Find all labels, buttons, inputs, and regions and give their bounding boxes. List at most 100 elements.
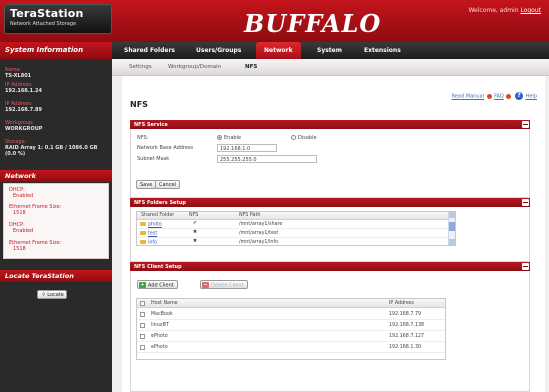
host-cell: MacBook: [151, 312, 173, 317]
col-ip-address: IP Address: [389, 301, 414, 306]
table-row[interactable]: info ✖ /mnt/array1/info: [137, 239, 455, 246]
nfs-folders-header: NFS Folders Setup: [130, 198, 530, 207]
nfs-client-body: + Add Client − Delete Client Host Name IP …: [130, 271, 530, 392]
tab-network[interactable]: Network: [256, 42, 301, 59]
subtab-workgroup-domain[interactable]: Workgroup/Domain: [168, 64, 221, 70]
row-checkbox[interactable]: [140, 334, 145, 339]
nfs-clients-table: Host Name IP Address MacBook 192.168.7.7…: [136, 298, 446, 360]
tab-extensions[interactable]: Extensions: [364, 42, 401, 59]
tab-system[interactable]: System: [317, 42, 342, 59]
folder-icon: [140, 231, 146, 235]
manual-icon: [486, 93, 492, 99]
save-button[interactable]: Save: [136, 180, 157, 189]
folder-link[interactable]: photo: [148, 223, 162, 228]
info-ip-1: IP Address: 192.168.1.24: [5, 82, 42, 94]
faq-icon: [506, 93, 512, 99]
network-value: Enabled: [13, 228, 34, 234]
table-row[interactable]: linuxBT 192.168.7.138: [137, 321, 445, 331]
collapse-icon[interactable]: [522, 199, 529, 206]
enable-label: Enable: [224, 135, 242, 141]
nfs-path-cell: /mnt/array1/info: [239, 240, 279, 245]
ip-cell: 192.168.7.127: [389, 334, 425, 339]
nfs-service-title: NFS Service: [134, 122, 168, 128]
read-manual-link[interactable]: Read Manual: [452, 94, 484, 100]
nfs-disable-radio[interactable]: Disable: [291, 135, 317, 141]
table-row[interactable]: MacBook 192.168.7.79: [137, 310, 445, 320]
network-item: Ethernet Frame Size: 1518: [9, 240, 61, 252]
table-row[interactable]: ePhoto 192.168.7.127: [137, 332, 445, 342]
row-checkbox[interactable]: [140, 323, 145, 328]
tab-shared-folders[interactable]: Shared Folders: [124, 42, 175, 59]
scroll-down-icon[interactable]: [449, 239, 455, 245]
subtab-nfs[interactable]: NFS: [245, 64, 257, 70]
select-all-checkbox[interactable]: [140, 301, 145, 306]
network-section-title: Network: [0, 170, 112, 182]
nfs-path-cell: /mnt/array1/test: [239, 231, 279, 236]
info-name: Name: TS-XL801: [5, 67, 31, 79]
col-nfs: NFS: [189, 213, 199, 218]
system-information-title: System Information: [0, 42, 112, 59]
tab-users-groups[interactable]: Users/Groups: [196, 42, 241, 59]
network-address-input[interactable]: 192.168.1.0: [217, 144, 277, 152]
vertical-scrollbar[interactable]: [448, 212, 455, 245]
add-icon: +: [139, 282, 146, 288]
delete-client-button[interactable]: − Delete Client: [200, 280, 248, 289]
help-icon[interactable]: ?: [515, 92, 523, 100]
content-panel: NFS Read Manual FAQ ? Help NFS Service N…: [122, 76, 545, 392]
buffalo-logo: BUFFALO: [244, 9, 382, 38]
nfs-client-header: NFS Client Setup: [130, 262, 530, 271]
nfs-service-header: NFS Service: [130, 120, 530, 129]
host-cell: ePhoto: [151, 334, 168, 339]
add-client-button[interactable]: + Add Client: [137, 280, 178, 289]
folder-cell: info: [140, 240, 157, 246]
nfs-folders-title: NFS Folders Setup: [134, 200, 186, 206]
subnet-mask-input[interactable]: 255.255.255.0: [217, 155, 317, 163]
network-info-box: DHCP: Enabled Ethernet Frame Size: 1518 …: [3, 183, 109, 259]
subtab-settings[interactable]: Settings: [129, 64, 152, 70]
row-checkbox[interactable]: [140, 312, 145, 317]
info-value: RAID Array 1: 0.1 GB / 1086.0 GB (0.0 %): [5, 145, 98, 157]
nfs-folders-table: Shared Folder NFS NFS Path photo ✔ /mnt/…: [136, 211, 456, 246]
help-link[interactable]: Help: [526, 94, 537, 100]
nfs-label: NFS:: [137, 135, 149, 141]
disable-label: Disable: [298, 135, 317, 141]
col-nfs-path: NFS Path: [239, 213, 261, 218]
info-storage: Storage: RAID Array 1: 0.1 GB / 1086.0 G…: [5, 139, 105, 157]
add-client-label: Add Client: [148, 282, 174, 289]
folder-link[interactable]: info: [148, 241, 157, 246]
network-value: 1518: [13, 210, 26, 216]
collapse-icon[interactable]: [522, 121, 529, 128]
nfs-enable-radio[interactable]: Enable: [217, 135, 241, 141]
info-value: WORKGROUP: [5, 126, 43, 132]
table-header: Shared Folder NFS NFS Path: [137, 212, 455, 220]
scroll-up-icon[interactable]: [449, 212, 455, 218]
network-item: DHCP: Enabled: [9, 222, 33, 234]
cross-icon: ✖: [193, 239, 198, 244]
cross-icon: ✖: [193, 230, 198, 235]
table-row[interactable]: photo ✔ /mnt/array1/share: [137, 221, 455, 229]
delete-client-label: Delete Client: [211, 282, 244, 289]
cancel-button[interactable]: Cancel: [155, 180, 180, 189]
row-checkbox[interactable]: [140, 345, 145, 350]
product-tagline: Network Attached Storage: [10, 21, 77, 27]
collapse-icon[interactable]: [522, 263, 529, 270]
sidebar: Name: TS-XL801 IP Address: 192.168.1.24 …: [0, 59, 112, 392]
logout-link[interactable]: Logout: [520, 7, 541, 14]
network-item: DHCP: Enabled: [9, 187, 33, 199]
table-row[interactable]: ePhoto 192.168.1.30: [137, 343, 445, 353]
table-row[interactable]: test ✖ /mnt/array1/test: [137, 230, 455, 238]
network-address-label: Network Base Address: [137, 145, 194, 151]
info-value: 192.168.7.89: [5, 107, 43, 113]
welcome-text: Welcome, admin: [468, 7, 519, 14]
locate-button[interactable]: ⚲ Locate: [37, 290, 67, 299]
scroll-thumb[interactable]: [449, 222, 455, 231]
radio-off-icon: [291, 135, 296, 140]
ip-cell: 192.168.1.30: [389, 345, 422, 350]
faq-link[interactable]: FAQ: [494, 94, 504, 100]
col-shared-folder: Shared Folder: [141, 213, 175, 218]
network-value: Enabled: [13, 193, 34, 199]
check-icon: ✔: [193, 221, 198, 226]
info-value: TS-XL801: [5, 73, 32, 79]
folder-link[interactable]: test: [148, 232, 157, 237]
col-host-name: Host Name: [151, 301, 178, 306]
